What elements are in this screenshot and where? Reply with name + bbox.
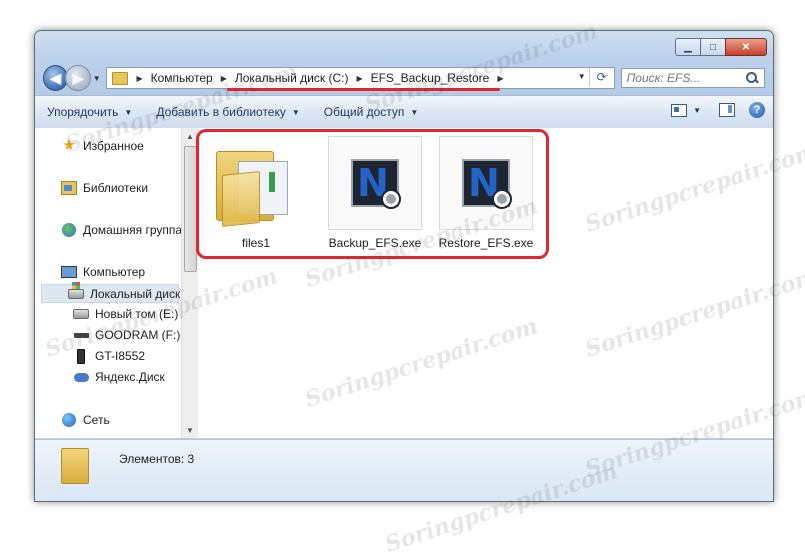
sidebar-item-goodram[interactable]: GOODRAM (F:) [73,327,180,343]
sidebar-item-label: Библиотеки [83,181,149,195]
view-options-dropdown[interactable]: ▼ [693,106,701,115]
sidebar-item-homegroup[interactable]: Домашняя группа [61,222,182,238]
sidebar-item-label: Сеть [83,413,110,427]
sidebar-item-computer[interactable]: Компьютер [61,264,145,280]
toolbar-right: ▼ ? [671,102,765,118]
navigation-pane: ★ Избранное Библиотеки Домашняя группа К… [35,128,182,438]
forward-button[interactable]: ▶ [65,65,91,91]
phone-icon [73,348,89,364]
details-pane: Элементов: 3 [35,439,773,501]
drive-icon [73,306,89,322]
sidebar-item-label: Домашняя группа [83,223,182,237]
breadcrumb-local-disk[interactable]: Локальный диск (C:) [231,71,353,85]
folder-icon [112,71,129,85]
network-icon [61,412,77,428]
cloud-icon [73,369,89,385]
sidebar-item-network[interactable]: Сеть [61,412,110,428]
organize-label: Упорядочить [47,105,119,119]
share-label: Общий доступ [323,105,405,119]
item-count: Элементов: 3 [119,452,195,466]
address-bar[interactable]: ▶ Компьютер ▶ Локальный диск (C:) ▶ EFS_… [106,67,615,89]
refresh-button[interactable]: ⟳ [588,68,614,86]
window-controls: ▁ □ ✕ [675,38,767,56]
usb-drive-icon [73,327,89,343]
sidebar-item-label: Яндекс.Диск [95,370,165,384]
sidebar-item-yandex-disk[interactable]: Яндекс.Диск [73,369,165,385]
homegroup-icon [61,222,77,238]
share-menu[interactable]: Общий доступ ▼ [312,105,431,119]
files-highlight-box [196,129,549,259]
breadcrumb-current-folder[interactable]: EFS_Backup_Restore [367,71,494,85]
sidebar-item-label: Избранное [83,139,144,153]
sidebar-item-label: Компьютер [83,265,146,279]
change-view-icon[interactable] [671,103,688,117]
chevron-down-icon: ▼ [124,107,133,117]
sidebar-item-new-volume[interactable]: Новый том (E:) [73,306,178,322]
chevron-down-icon: ▼ [410,107,419,117]
close-button[interactable]: ✕ [725,38,767,56]
explorer-window: ▁ □ ✕ ◀ ▶ ▼ ▶ Компьютер ▶ Локальный диск… [34,30,774,502]
add-to-library-menu[interactable]: Добавить в библиотеку ▼ [144,105,311,119]
chevron-right-icon[interactable]: ▶ [352,74,366,83]
search-input[interactable] [626,71,737,85]
sidebar-item-local-disk[interactable]: Локальный диск [41,281,181,303]
recent-pages-dropdown[interactable]: ▼ [93,74,103,83]
search-box[interactable] [620,68,765,88]
sidebar-item-phone[interactable]: GT-I8552 [73,348,145,364]
sidebar-item-libraries[interactable]: Библиотеки [61,180,148,196]
maximize-button[interactable]: □ [700,38,726,56]
scroll-down-icon[interactable]: ▼ [182,422,198,438]
minimize-button[interactable]: ▁ [675,38,701,56]
add-to-library-label: Добавить в библиотеку [156,105,286,119]
folder-icon [61,448,89,484]
computer-icon [61,264,77,280]
chevron-right-icon[interactable]: ▶ [217,74,231,83]
chevron-right-icon[interactable]: ▶ [493,74,507,83]
sidebar-item-favorites[interactable]: ★ Избранное [61,138,144,154]
title-bar: ▁ □ ✕ ◀ ▶ ▼ ▶ Компьютер ▶ Локальный диск… [35,31,773,95]
star-icon: ★ [62,137,76,154]
chevron-down-icon: ▼ [291,107,300,117]
preview-pane-icon[interactable] [719,103,735,117]
search-icon[interactable] [745,71,759,85]
address-highlight-underline [227,88,500,91]
sidebar-item-label: GOODRAM (F:) [95,328,181,342]
breadcrumb-computer[interactable]: Компьютер [147,71,217,85]
libraries-icon [61,180,77,196]
sidebar-item-label: Локальный диск [90,286,181,301]
local-disk-icon [68,281,84,302]
chevron-down-icon[interactable]: ▼ [578,72,586,81]
sidebar-item-label: GT-I8552 [95,349,146,363]
sidebar-item-label: Новый том (E:) [95,307,179,321]
chevron-right-icon[interactable]: ▶ [132,74,146,83]
organize-menu[interactable]: Упорядочить ▼ [35,105,144,119]
help-icon[interactable]: ? [749,102,765,118]
command-bar: Упорядочить ▼ Добавить в библиотеку ▼ Общи… [35,95,773,129]
